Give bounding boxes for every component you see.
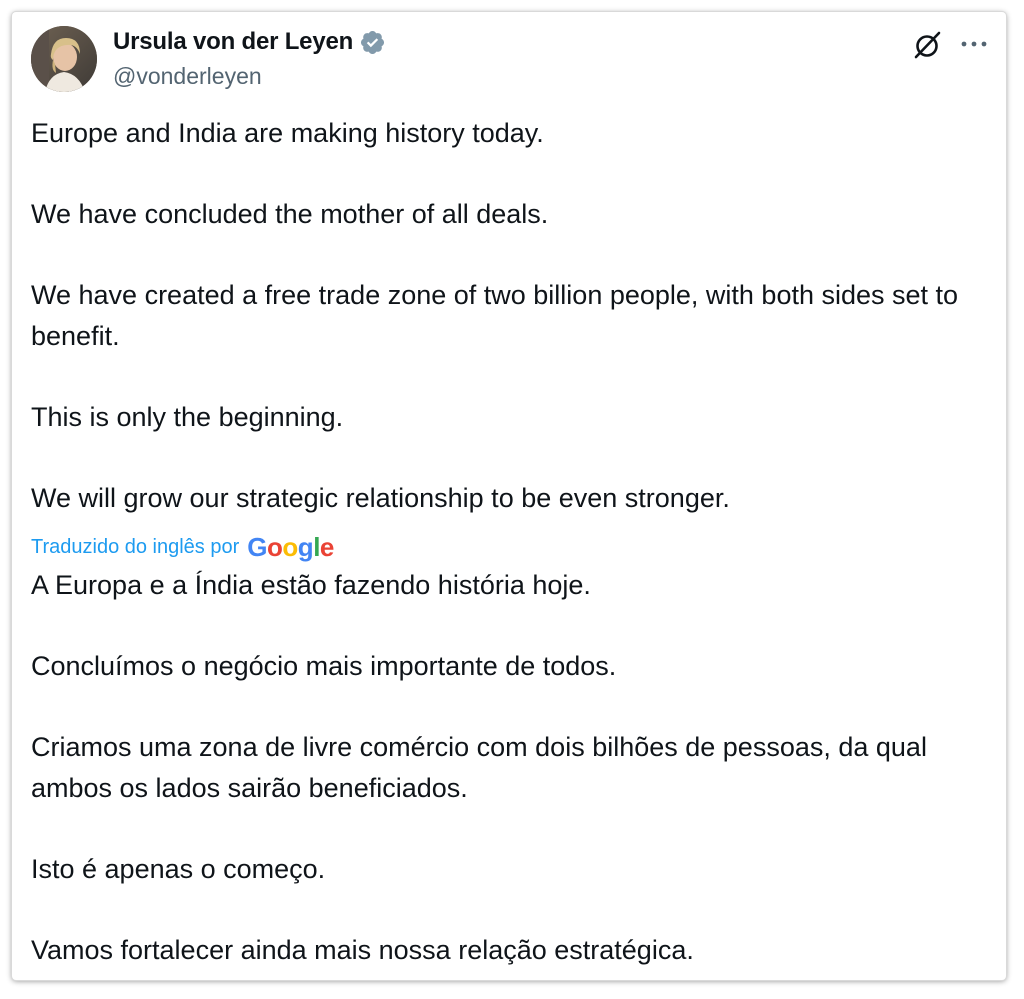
avatar[interactable]	[31, 26, 97, 92]
tweet-paragraph: We will grow our strategic relationship …	[31, 483, 730, 513]
tweet-text: Europe and India are making history toda…	[31, 113, 991, 519]
translated-paragraph: Criamos uma zona de livre comércio com d…	[31, 732, 927, 803]
avatar-photo	[31, 26, 97, 92]
display-name[interactable]: Ursula von der Leyen	[113, 28, 353, 56]
tweet-paragraph: We have concluded the mother of all deal…	[31, 199, 549, 229]
translation-label: Traduzido do inglês por	[31, 536, 240, 558]
translation-attribution[interactable]: Traduzido do inglês por Google	[31, 532, 334, 563]
translated-text: A Europa e a Índia estão fazendo históri…	[31, 565, 991, 971]
translated-paragraph: Isto é apenas o começo.	[31, 854, 326, 884]
tweet-card: Ursula von der Leyen @vonderleyen Europe…	[12, 12, 1006, 980]
tweet-paragraph: Europe and India are making history toda…	[31, 118, 544, 148]
tweet-paragraph: This is only the beginning.	[31, 402, 344, 432]
grok-icon[interactable]	[913, 30, 943, 60]
user-handle[interactable]: @vonderleyen	[113, 63, 262, 90]
google-logo: Google	[247, 532, 334, 562]
tweet-header: Ursula von der Leyen @vonderleyen	[12, 12, 1006, 112]
more-options-icon[interactable]	[959, 32, 989, 56]
translated-paragraph: A Europa e a Índia estão fazendo históri…	[31, 570, 591, 600]
translated-paragraph: Vamos fortalecer ainda mais nossa relaçã…	[31, 935, 694, 965]
translated-paragraph: Concluímos o negócio mais importante de …	[31, 651, 617, 681]
tweet-paragraph: We have created a free trade zone of two…	[31, 280, 959, 351]
verified-badge-icon	[359, 29, 386, 56]
